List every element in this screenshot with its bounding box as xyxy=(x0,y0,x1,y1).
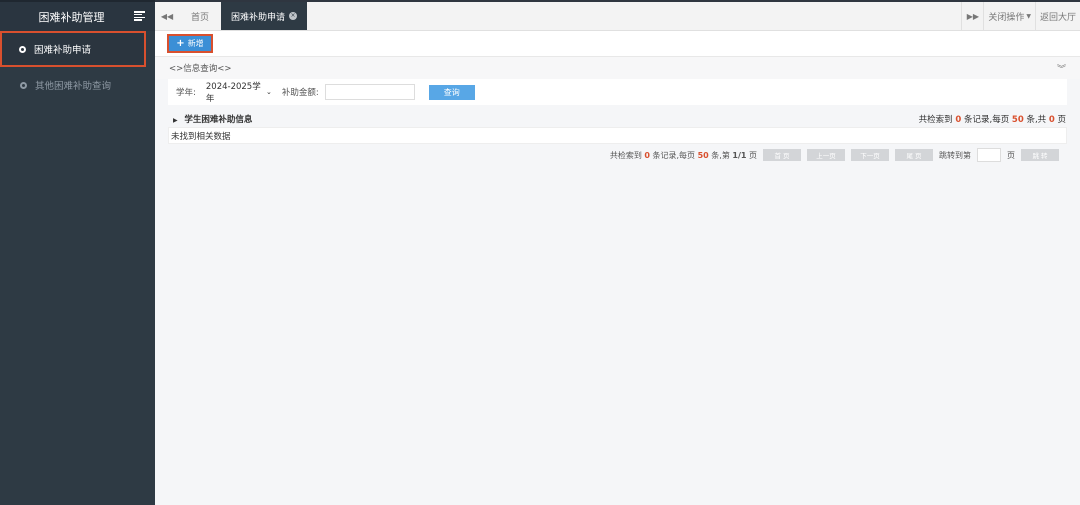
summary-text: 条,共 xyxy=(1026,115,1047,125)
sidebar: 困难补助管理 困难补助申请 其他困难补助查询 xyxy=(0,0,155,505)
tab-home[interactable]: 首页 xyxy=(179,2,221,30)
query-section-title: <>信息查询<> xyxy=(169,64,232,74)
grid-title: 学生困难补助信息 xyxy=(184,115,253,125)
tab-scroll-right-icon[interactable]: ▶▶ xyxy=(961,2,983,31)
tab-actions: ▶▶ 关闭操作 ▼ 返回大厅 xyxy=(961,2,1080,31)
sidebar-item-label: 困难补助申请 xyxy=(34,45,92,56)
plus-icon: + xyxy=(176,38,185,49)
per-page-count: 50 xyxy=(1011,115,1024,125)
year-select[interactable]: 2024-2025学年 ⌄ xyxy=(201,82,276,104)
pager-per-page: 50 xyxy=(697,150,709,160)
sidebar-item-hardship-apply[interactable]: 困难补助申请 xyxy=(0,31,146,67)
pager-summary: 共检索到 0 条记录,每页 50 条,第 1/1 页 xyxy=(610,150,757,161)
tab-hardship-apply[interactable]: 困难补助申请 × xyxy=(221,2,308,30)
year-label: 学年: xyxy=(176,88,196,98)
pager-text: 共检索到 xyxy=(609,150,642,160)
close-ops-dropdown[interactable]: 关闭操作 ▼ xyxy=(983,2,1035,31)
circle-icon xyxy=(19,45,26,53)
jump-button[interactable]: 跳 转 xyxy=(1021,149,1059,161)
toolbar: + 新增 xyxy=(155,31,1080,57)
jump-label: 跳转到第 xyxy=(939,150,971,160)
pager-text: 页 xyxy=(749,150,757,160)
tab-label: 困难补助申请 xyxy=(231,12,286,23)
jump-suffix: 页 xyxy=(1007,150,1015,160)
prev-page-button[interactable]: 上一页 xyxy=(807,149,845,161)
menu-toggle-icon[interactable] xyxy=(134,11,145,21)
tab-label: 首页 xyxy=(191,12,210,23)
pager-records: 0 xyxy=(644,150,650,160)
last-page-button[interactable]: 尾 页 xyxy=(895,149,933,161)
first-page-button[interactable]: 首 页 xyxy=(763,149,801,161)
query-section-header[interactable]: <>信息查询<> ︾ xyxy=(155,57,1080,79)
caret-right-icon[interactable]: ▶ xyxy=(173,117,178,124)
year-select-value: 2024-2025学年 xyxy=(205,82,261,104)
back-hall-label: 返回大厅 xyxy=(1039,13,1076,23)
pager-current: 1/1 xyxy=(732,150,747,160)
sidebar-title: 困难补助管理 xyxy=(38,10,105,24)
tab-bar: ◀◀ 首页 困难补助申请 × ▶▶ 关闭操作 ▼ 返回大厅 xyxy=(155,2,1080,31)
jump-page-input[interactable] xyxy=(977,148,1001,162)
pager-text: 条记录,每页 xyxy=(652,150,696,160)
add-button-label: 新增 xyxy=(187,39,204,48)
empty-text: 未找到相关数据 xyxy=(171,131,231,142)
grid-header: ▶ 学生困难补助信息 共检索到 0 条记录,每页 50 条,共 0 页 xyxy=(155,111,1080,127)
sidebar-item-other-query[interactable]: 其他困难补助查询 xyxy=(0,70,155,100)
sidebar-header: 困难补助管理 xyxy=(0,0,155,31)
records-count: 0 xyxy=(955,115,962,125)
close-ops-label: 关闭操作 xyxy=(988,13,1025,23)
caret-down-icon: ▼ xyxy=(1026,13,1031,20)
circle-icon xyxy=(20,81,27,89)
tab-scroll-left-icon[interactable]: ◀◀ xyxy=(155,2,179,30)
grid-summary: 共检索到 0 条记录,每页 50 条,共 0 页 xyxy=(919,113,1066,125)
close-icon[interactable]: × xyxy=(289,12,298,20)
pager-text: 条,第 xyxy=(711,150,730,160)
next-page-button[interactable]: 下一页 xyxy=(851,149,889,161)
empty-data-row: 未找到相关数据 xyxy=(168,127,1067,144)
add-button[interactable]: + 新增 xyxy=(167,34,213,53)
sidebar-item-label: 其他困难补助查询 xyxy=(35,81,112,92)
back-hall-link[interactable]: 返回大厅 xyxy=(1034,2,1080,31)
pages-total: 0 xyxy=(1048,115,1055,125)
amount-label: 补助金额: xyxy=(281,88,319,98)
summary-text: 页 xyxy=(1057,115,1066,125)
pagination: 共检索到 0 条记录,每页 50 条,第 1/1 页 首 页 上一页 下一页 尾… xyxy=(155,144,1080,166)
amount-input[interactable] xyxy=(324,84,415,100)
summary-text: 条记录,每页 xyxy=(964,115,1010,125)
main-content: ◀◀ 首页 困难补助申请 × ▶▶ 关闭操作 ▼ 返回大厅 + 新增 <>信息查… xyxy=(155,2,1080,505)
chevron-down-icon: ⌄ xyxy=(266,88,272,96)
filter-bar: 学年: 2024-2025学年 ⌄ 补助金额: 查询 xyxy=(168,79,1067,105)
query-button[interactable]: 查询 xyxy=(428,84,475,100)
double-chevron-down-icon[interactable]: ︾ xyxy=(1057,62,1066,75)
summary-text: 共检索到 xyxy=(918,115,953,125)
